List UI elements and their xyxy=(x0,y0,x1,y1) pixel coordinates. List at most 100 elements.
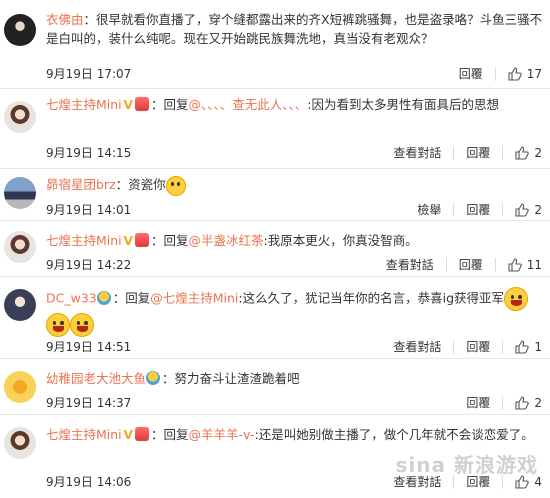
reply-prefix: ：回复 xyxy=(112,290,151,306)
comment-text: 七煌主持Mini V ：回复@、、、、查无此人、、、:因为看到太多男性有面具后的思想 xyxy=(46,95,544,115)
user-avatar[interactable] xyxy=(4,231,36,263)
lightbulb-icon xyxy=(96,290,111,305)
reply-button[interactable]: 回覆 xyxy=(466,201,490,218)
comment-item: 七煌主持Mini V ：回复@半盏冰红茶:我原本更火，你真没智商。 9月19日 14… xyxy=(0,221,550,277)
username-link[interactable]: 昴宿星团brz xyxy=(46,177,116,192)
comment-body: ：资瓷你 xyxy=(115,177,166,192)
like-button[interactable]: 17 xyxy=(508,67,542,81)
thumbs-up-icon xyxy=(515,395,530,410)
timestamp: 9月19日 14:37 xyxy=(46,396,132,410)
username-link[interactable]: 衣佛由 xyxy=(46,12,84,27)
user-avatar[interactable] xyxy=(4,14,36,46)
comment-body: ：很早就看你直播了，穿个缝都露出来的齐X短裤跳骚舞，也是盗录咯？斗鱼三骚不是白叫… xyxy=(46,12,543,46)
comment-meta: 9月19日 14:37 回覆 2 xyxy=(46,394,542,412)
view-conversation-button[interactable]: 查看對話 xyxy=(386,256,434,273)
comment-text: 衣佛由：很早就看你直播了，穿个缝都露出来的齐X短裤跳骚舞，也是盗录咯？斗鱼三骚不… xyxy=(46,10,544,48)
thumbs-up-icon xyxy=(515,202,530,217)
timestamp: 9月19日 14:01 xyxy=(46,203,132,217)
comment-text: 幼稚园老大池大鱼 ：努力奋斗让渣渣跪着吧 xyxy=(46,369,544,388)
crown-icon xyxy=(134,97,149,111)
comment-body: ：努力奋斗让渣渣跪着吧 xyxy=(162,371,300,386)
comment-body: :因为看到太多男性有面具后的思想 xyxy=(307,97,499,112)
thumbs-up-icon xyxy=(515,339,530,354)
reply-button[interactable]: 回覆 xyxy=(466,144,490,161)
view-conversation-button[interactable]: 查看對話 xyxy=(393,144,441,161)
mention-link[interactable]: @、、、、查无此人、、、 xyxy=(188,97,307,112)
comment-body: :我原本更火，你真没智商。 xyxy=(263,233,418,248)
comment-body: :这么久了，犹记当年你的名言，恭喜ig获得亚军 xyxy=(238,290,505,306)
reply-prefix: ：回复 xyxy=(150,427,189,442)
divider xyxy=(445,257,447,272)
user-avatar[interactable] xyxy=(4,101,36,133)
username-link[interactable]: DC_w33 xyxy=(46,291,97,306)
laughing-crying-emoji-icon xyxy=(46,313,70,337)
comment-item: 幼稚园老大池大鱼 ：努力奋斗让渣渣跪着吧 9月19日 14:37 回覆 2 xyxy=(0,359,550,415)
comment-text: DC_w33 ：回复@七煌主持Mini:这么久了，犹记当年你的名言，恭喜ig获得亚… xyxy=(46,287,544,337)
verified-badge-icon: V xyxy=(123,234,133,248)
user-avatar[interactable] xyxy=(4,371,36,403)
like-count: 1 xyxy=(534,339,542,354)
like-button[interactable]: 2 xyxy=(515,396,542,410)
username-link[interactable]: 幼稚园老大池大鱼 xyxy=(46,371,146,386)
watermark-logo: sina 新浪游戏 xyxy=(395,453,538,477)
crown-icon xyxy=(134,233,149,247)
reply-prefix: ：回复 xyxy=(150,233,189,248)
mention-link[interactable]: @半盏冰红茶 xyxy=(188,233,263,248)
emoji-icon xyxy=(165,175,186,196)
thumbs-up-icon xyxy=(508,66,522,81)
username-link[interactable]: 七煌主持Mini xyxy=(46,233,122,248)
view-conversation-button[interactable]: 查看對話 xyxy=(393,338,441,355)
mention-link[interactable]: @七煌主持Mini xyxy=(150,291,238,306)
comment-item: 昴宿星团brz：资瓷你 9月19日 14:01 檢舉 回覆 2 xyxy=(0,169,550,221)
comment-item: 衣佛由：很早就看你直播了，穿个缝都露出来的齐X短裤跳骚舞，也是盗录咯？斗鱼三骚不… xyxy=(0,0,550,89)
like-button[interactable]: 1 xyxy=(515,340,542,354)
like-count: 2 xyxy=(534,202,542,217)
lightbulb-icon xyxy=(146,371,161,385)
comment-item: 七煌主持Mini V ：回复@、、、、查无此人、、、:因为看到太多男性有面具后的思想… xyxy=(0,89,550,169)
timestamp: 9月19日 17:07 xyxy=(46,67,132,81)
comment-actions: 查看對話 回覆 11 xyxy=(386,256,542,273)
comment-item: DC_w33 ：回复@七煌主持Mini:这么久了，犹记当年你的名言，恭喜ig获得亚… xyxy=(0,277,550,359)
mention-link[interactable]: @羊羊羊-v- xyxy=(188,427,254,442)
verified-badge-icon: V xyxy=(123,98,133,112)
like-button[interactable]: 11 xyxy=(508,258,542,272)
username-link[interactable]: 七煌主持Mini xyxy=(46,427,122,442)
divider xyxy=(502,395,504,410)
reply-button[interactable]: 回覆 xyxy=(466,394,490,411)
crown-icon xyxy=(134,427,149,441)
divider xyxy=(453,145,455,160)
divider xyxy=(494,257,496,272)
user-avatar[interactable] xyxy=(4,177,36,209)
like-button[interactable]: 2 xyxy=(515,146,542,160)
divider xyxy=(494,66,496,81)
like-count: 17 xyxy=(526,66,542,81)
divider xyxy=(502,339,504,354)
laughing-crying-emoji-icon xyxy=(70,313,94,337)
comment-meta: 9月19日 14:01 檢舉 回覆 2 xyxy=(46,201,542,219)
thumbs-up-icon xyxy=(508,257,522,272)
divider xyxy=(502,145,504,160)
comment-text: 昴宿星团brz：资瓷你 xyxy=(46,175,544,196)
comment-meta: 9月19日 14:15 查看對話 回覆 2 xyxy=(46,144,542,162)
laughing-crying-emoji-icon xyxy=(504,287,529,311)
user-avatar[interactable] xyxy=(4,427,36,459)
like-count: 11 xyxy=(526,257,542,272)
comment-text: 七煌主持Mini V ：回复@半盏冰红茶:我原本更火，你真没智商。 xyxy=(46,231,544,251)
like-button[interactable]: 2 xyxy=(515,203,542,217)
reply-button[interactable]: 回覆 xyxy=(459,256,483,273)
reply-button[interactable]: 回覆 xyxy=(466,338,490,355)
comment-body: :还是叫她别做主播了，做个几年就不会谈恋爱了。 xyxy=(254,427,534,442)
comment-meta: 9月19日 14:51 查看對話 回覆 1 xyxy=(46,338,542,356)
username-link[interactable]: 七煌主持Mini xyxy=(46,97,122,112)
comment-actions: 檢舉 回覆 2 xyxy=(417,201,542,218)
thumbs-up-icon xyxy=(515,145,530,160)
report-button[interactable]: 檢舉 xyxy=(417,201,441,218)
user-avatar[interactable] xyxy=(4,289,36,321)
reply-button[interactable]: 回覆 xyxy=(459,65,483,82)
divider xyxy=(453,202,455,217)
comment-meta: 9月19日 14:22 查看對話 回覆 11 xyxy=(46,256,542,274)
reply-prefix: ：回复 xyxy=(150,97,189,112)
timestamp: 9月19日 14:51 xyxy=(46,340,132,354)
like-count: 2 xyxy=(534,145,542,160)
timestamp: 9月19日 14:06 xyxy=(46,475,132,489)
